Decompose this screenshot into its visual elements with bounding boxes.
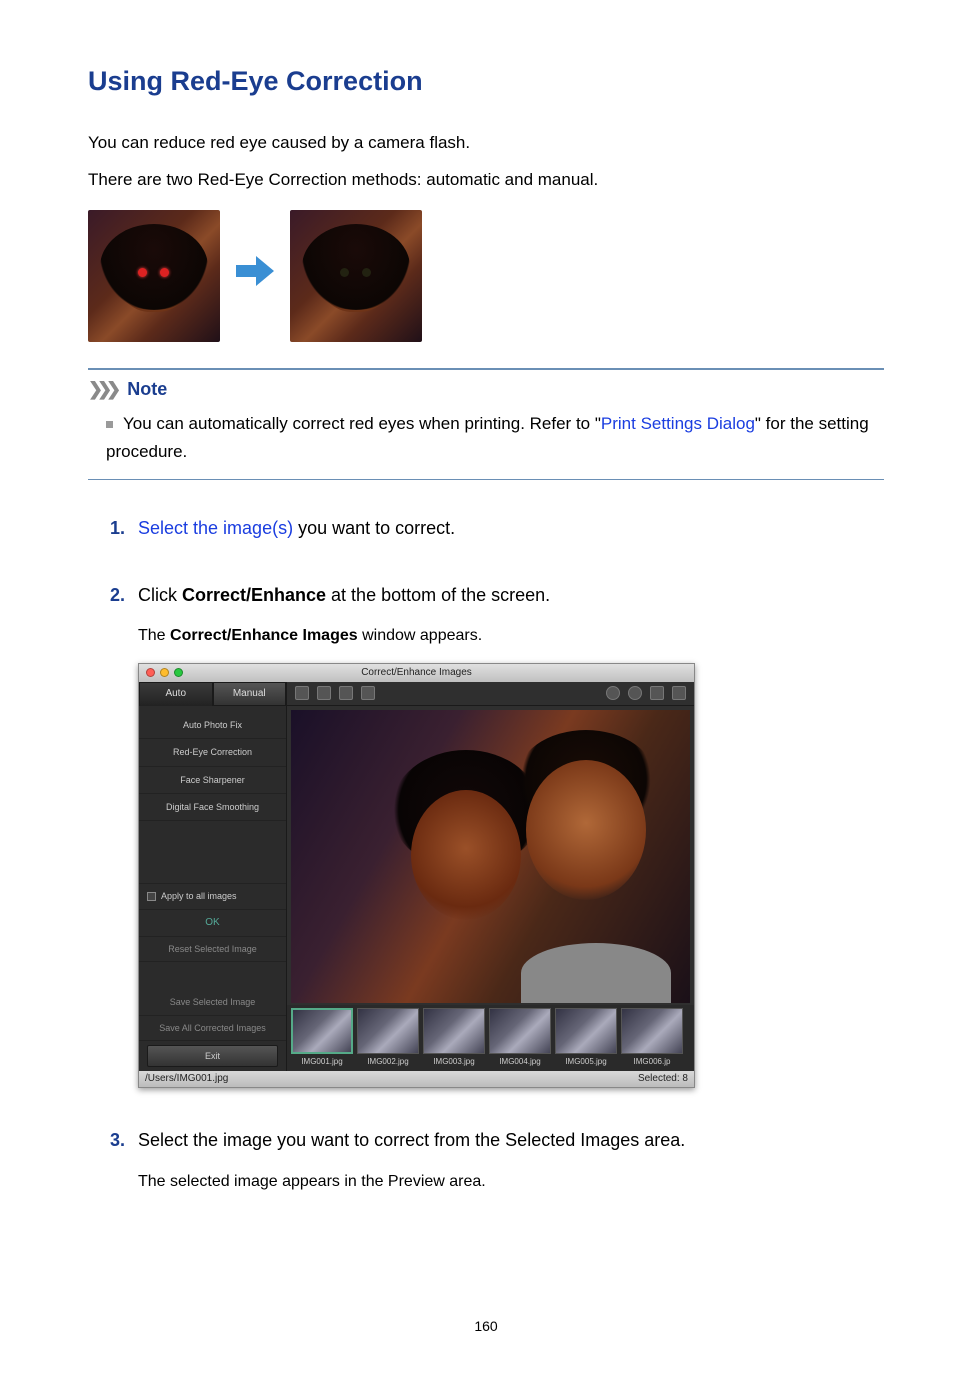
selected-images-area: IMG001.jpg IMG002.jpg IMG003.jpg IMG004.… [287,1005,694,1072]
compare-icon[interactable] [672,686,686,700]
flip-icon[interactable] [339,686,353,700]
sidebar-item-digital-face-smoothing[interactable]: Digital Face Smoothing [139,794,286,821]
titlebar: Correct/Enhance Images [139,664,694,682]
thumbnail[interactable]: IMG002.jpg [357,1008,419,1069]
ok-button[interactable]: OK [139,910,286,937]
status-selected: Selected: 8 [638,1071,688,1087]
bullet-icon [106,421,113,428]
step-3: Select the image you want to correct fro… [110,1126,884,1194]
exit-button[interactable]: Exit [147,1045,278,1067]
status-path: /Users/IMG001.jpg [145,1071,228,1087]
after-image [290,210,422,342]
preview-area [291,710,690,1003]
apply-to-all-checkbox[interactable]: Apply to all images [139,883,286,909]
tab-manual[interactable]: Manual [213,682,287,706]
save-selected-image-button[interactable]: Save Selected Image [139,990,286,1015]
sidebar-item-face-sharpener[interactable]: Face Sharpener [139,767,286,794]
before-image [88,210,220,342]
tab-auto[interactable]: Auto [139,682,213,706]
toolbar [287,682,694,706]
step-1-rest: you want to correct. [293,518,455,538]
step-2: Click Correct/Enhance at the bottom of t… [110,581,884,1089]
zoom-out-icon[interactable] [628,686,642,700]
checkbox-icon [147,892,156,901]
step-3-sub: The selected image appears in the Previe… [138,1169,884,1195]
note-label: Note [121,375,167,404]
before-after-figure [88,210,884,342]
main-area: IMG001.jpg IMG002.jpg IMG003.jpg IMG004.… [287,682,694,1072]
sidebar: Auto Manual Auto Photo Fix Red-Eye Corre… [139,682,287,1072]
select-images-link[interactable]: Select the image(s) [138,518,293,538]
step-2-sub-b: window appears. [358,627,483,644]
step-2-sub-a: The [138,627,170,644]
note-box: ❯❯❯ Note You can automatically correct r… [88,368,884,480]
thumbnail[interactable]: IMG004.jpg [489,1008,551,1069]
rotate-left-icon[interactable] [295,686,309,700]
intro-paragraph-1: You can reduce red eye caused by a camer… [88,129,884,156]
note-chevrons-icon: ❯❯❯ [88,375,115,404]
thumbnail[interactable]: IMG001.jpg [291,1008,353,1069]
note-text-before: You can automatically correct red eyes w… [123,414,601,433]
step-2-bold: Correct/Enhance [182,585,326,605]
rotate-right-icon[interactable] [317,686,331,700]
arrow-icon [232,248,278,302]
thumbnail[interactable]: IMG006.jp [621,1008,683,1069]
page-title: Using Red-Eye Correction [88,60,884,103]
intro-paragraph-2: There are two Red-Eye Correction methods… [88,166,884,193]
sidebar-item-auto-photo-fix[interactable]: Auto Photo Fix [139,712,286,739]
thumbnail[interactable]: IMG003.jpg [423,1008,485,1069]
crop-icon[interactable] [361,686,375,700]
step-2-sub-bold: Correct/Enhance Images [170,627,358,644]
reset-selected-image-button[interactable]: Reset Selected Image [139,937,286,962]
correct-enhance-window: Correct/Enhance Images Auto Manual Auto … [138,663,695,1089]
sidebar-item-red-eye-correction[interactable]: Red-Eye Correction [139,739,286,766]
note-body: You can automatically correct red eyes w… [88,406,884,478]
thumbnail[interactable]: IMG005.jpg [555,1008,617,1069]
window-title: Correct/Enhance Images [139,665,694,681]
step-2-text-b: at the bottom of the screen. [326,585,550,605]
statusbar: /Users/IMG001.jpg Selected: 8 [139,1071,694,1087]
print-settings-dialog-link[interactable]: Print Settings Dialog [601,414,755,433]
fit-icon[interactable] [650,686,664,700]
step-2-text-a: Click [138,585,182,605]
step-1: Select the image(s) you want to correct. [110,514,884,543]
step-3-text: Select the image you want to correct fro… [138,1130,685,1150]
zoom-in-icon[interactable] [606,686,620,700]
page-number: 160 [88,1315,884,1337]
apply-to-all-label: Apply to all images [161,889,237,903]
save-all-corrected-images-button[interactable]: Save All Corrected Images [139,1016,286,1041]
